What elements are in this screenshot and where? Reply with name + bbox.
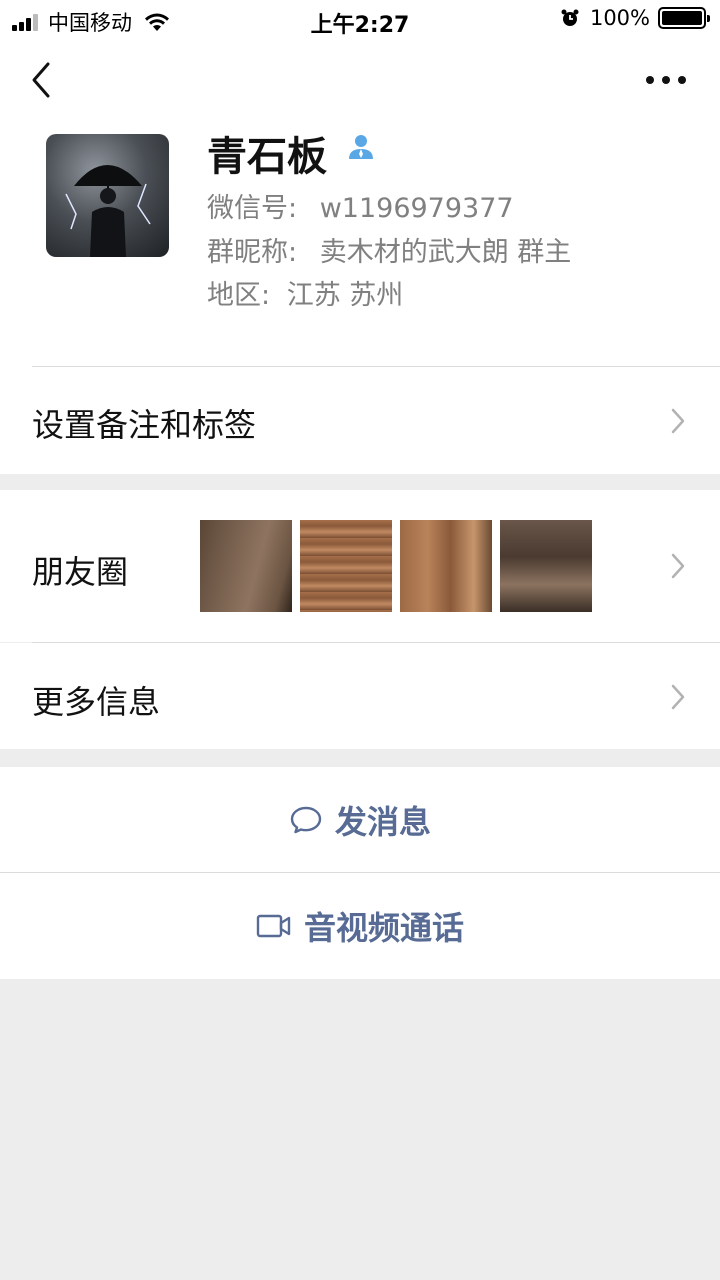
nav-bar [0,40,720,120]
remark-and-tags-cell[interactable]: 设置备注和标签 [0,368,720,474]
group-nickname-value: 卖木材的武大朗 群主 [319,237,572,268]
moments-photo [500,520,592,612]
status-bar: 中国移动 上午2:27 100% [0,0,720,40]
alarm-icon [561,9,579,26]
moments-cell[interactable]: 朋友圈 [0,490,720,642]
person-icon [349,135,373,159]
battery-percent: 100% [589,6,650,30]
moments-photo [300,520,392,612]
wechat-id-row: 微信号: w1196979377 [207,186,514,225]
more-info-cell[interactable]: 更多信息 [0,643,720,749]
video-call-button[interactable]: 音视频通话 [0,873,720,979]
chat-bubble-icon [290,806,322,833]
remark-and-tags-label: 设置备注和标签 [32,406,257,444]
profile-header: 青石板 微信号: w1196979377 群昵称: 卖木材的武大朗 群主 地区:… [0,120,720,368]
region-label: 地区: [207,280,271,311]
wechat-id-label: 微信号: [207,193,298,224]
moments-photo [200,520,292,612]
video-camera-icon [256,914,291,938]
more-icon[interactable] [646,70,686,90]
divider [32,366,720,367]
chevron-right-icon [671,684,685,710]
chevron-right-icon [671,408,685,434]
group-nickname-row: 群昵称: 卖木材的武大朗 群主 [207,230,571,269]
moments-photo [400,520,492,612]
send-message-label: 发消息 [334,802,431,841]
region-row: 地区: 江苏 苏州 [207,273,403,312]
send-message-button[interactable]: 发消息 [0,767,720,872]
wechat-id-value: w1196979377 [319,193,514,224]
video-call-label: 音视频通话 [303,909,464,947]
moments-label: 朋友圈 [32,553,129,591]
region-value: 江苏 苏州 [286,280,404,311]
group-nickname-label: 群昵称: [207,237,298,268]
avatar[interactable] [46,134,169,257]
moments-thumbnails [200,520,600,612]
chevron-right-icon [671,553,685,579]
avatar-image [65,165,151,257]
contact-name: 青石板 [207,134,327,180]
battery-icon [658,7,710,29]
back-icon[interactable] [26,60,56,100]
more-info-label: 更多信息 [32,683,161,721]
